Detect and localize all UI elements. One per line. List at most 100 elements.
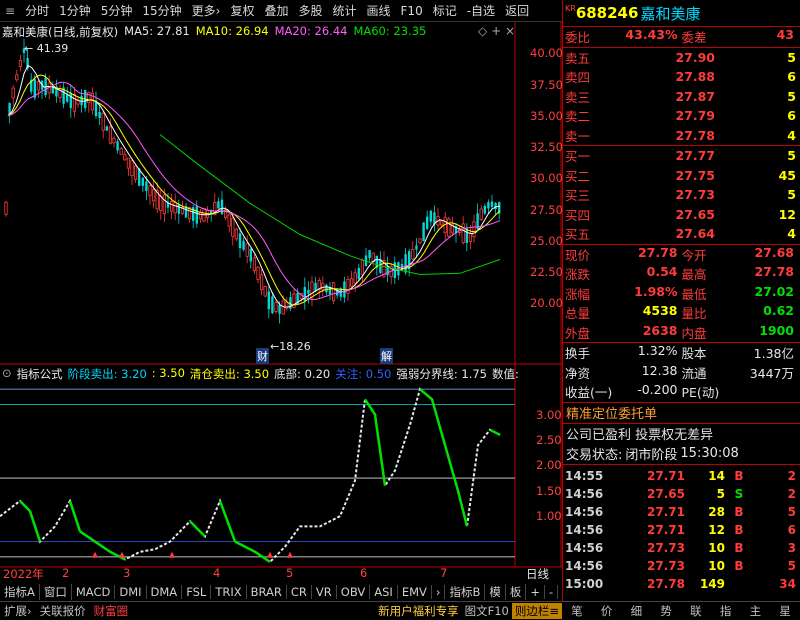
bid-level-3[interactable]: 买三 27.73 5 [563,185,800,205]
chart-title[interactable]: 嘉和美康(日线,前复权) [2,24,118,40]
side-tool-icon-3[interactable]: 势 [660,603,672,619]
ask-level-4[interactable]: 卖二 27.79 6 [563,106,800,126]
candle-body [479,208,483,220]
level-label: 买二 [565,168,591,184]
side-tool-icon-7[interactable]: 星 [779,603,791,619]
related-quote-button[interactable]: 关联报价 [36,603,90,619]
multi-stock-button[interactable]: 多股 [293,2,327,19]
f10-graphic-button[interactable]: 图文F10 [462,603,512,619]
indicator-tab-1[interactable]: 窗口 [40,583,72,600]
candle-body [130,160,134,177]
ask-level-1[interactable]: 卖五 27.90 5 [563,48,800,68]
close-icon[interactable]: × [505,24,515,38]
candle-body [87,91,91,104]
candle-body [278,304,281,314]
indicator-toggle-icon[interactable]: ⊙ [2,366,12,382]
sidebar-toggle[interactable]: 则边栏≡ [511,603,562,619]
indicator-tab-10[interactable]: OBV [337,584,371,599]
bid-level-5[interactable]: 买五 27.64 4 [563,224,800,244]
kline-chart[interactable] [0,22,562,578]
tick-row: 14:56 27.73 10 B 3 [563,539,800,557]
toolbar-menu-icon[interactable]: ≡ [0,4,20,18]
indicator-tab-9[interactable]: VR [312,584,337,599]
indicator-tab-8[interactable]: CR [287,584,312,599]
indicator-tab-3[interactable]: DMI [115,584,147,599]
side-tool-icon-2[interactable]: 细 [631,603,643,619]
indicator-tab-12[interactable]: EMV [398,584,432,599]
diamond-icon[interactable]: ◇ [478,24,487,38]
indicator-tab-15[interactable]: 模 [485,583,506,600]
watchlist-remove-button[interactable]: -自选 [462,2,500,19]
tab-15min[interactable]: 15分钟 [137,2,186,19]
tick-side: S [734,486,744,501]
strength-line-label: 强弱分界线: 1.75 [396,367,487,381]
trade-status-time: 15:30:08 [680,446,739,461]
indicator-tab-13[interactable]: › [432,584,446,599]
date-year: 2022年 [3,567,44,581]
period-label[interactable]: 日线 [526,566,549,582]
order-diff-value: 43 [776,27,794,43]
ask-level-5[interactable]: 卖一 27.78 4 [563,126,800,146]
precise-order-ad[interactable]: 精准定位委托单 [563,403,800,423]
stat-value: 2638 [642,322,678,338]
financial-stats: 换手 1.32% 股本 1.38亿 净资 12.38 流通 3447万 收益(一) -0.200 P… [563,343,800,402]
candle-body [307,289,310,294]
candle-body [418,238,422,244]
chart-header: 嘉和美康(日线,前复权) MA5: 27.81 MA10: 26.94 MA20… [2,24,426,40]
price-axis-label: 27.50 [530,202,563,217]
side-tool-icon-1[interactable]: 价 [601,603,613,619]
level-price: 27.64 [675,226,715,242]
side-tool-icon-4[interactable]: 联 [690,603,702,619]
stats-button[interactable]: 统计 [328,2,362,19]
expand-button[interactable]: 扩展› [0,603,36,619]
tick-side: B [734,540,744,555]
ask-level-3[interactable]: 卖三 27.87 5 [563,87,800,107]
new-user-promo[interactable]: 新用户福利专享 [375,603,462,619]
tab-1min[interactable]: 1分钟 [54,2,96,19]
indicator-tab-0[interactable]: 指标A [0,583,40,600]
indicator-tab-17[interactable]: + [526,584,546,599]
indicator-tab-18[interactable]: - [545,584,559,599]
indicator-title[interactable]: 指标公式 [17,366,63,382]
indicator-tab-7[interactable]: BRAR [247,584,287,599]
indicator-tab-6[interactable]: TRIX [211,584,247,599]
side-tool-icon-5[interactable]: 指 [720,603,732,619]
fin-label: 净资 [565,365,591,381]
indicator-tab-4[interactable]: DMA [147,584,183,599]
side-tool-icon-6[interactable]: 主 [750,603,762,619]
finance-marker[interactable]: 财 [256,348,269,364]
mark-button[interactable]: 标记 [428,2,462,19]
tick-row: 14:55 27.71 14 B 2 [563,467,800,485]
restore-rights-button[interactable]: 复权 [225,2,259,19]
bid-level-1[interactable]: 买一 27.77 5 [563,146,800,166]
back-button[interactable]: 返回 [500,2,534,19]
tab-intraday[interactable]: 分时 [20,2,54,19]
tab-5min[interactable]: 5分钟 [96,2,138,19]
indicator-tab-5[interactable]: FSL [182,584,212,599]
indicator-tab-16[interactable]: 板 [506,583,527,600]
f10-button[interactable]: F10 [396,4,428,18]
candle-body [238,233,242,249]
indicator-tab-11[interactable]: ASI [370,584,398,599]
overlay-button[interactable]: 叠加 [259,2,293,19]
fin-label: PE(动) [681,385,720,401]
bid-level-2[interactable]: 买二 27.75 45 [563,166,800,186]
wealth-circle-button[interactable]: 财富圈 [90,603,133,619]
indicator-tab-2[interactable]: MACD [72,584,116,599]
trade-status-label: 交易状态: [566,448,623,463]
order-diff-label: 委差 [681,30,707,46]
stock-name[interactable]: 嘉和美康 [640,3,700,24]
bid-level-4[interactable]: 买四 27.65 12 [563,205,800,225]
indicator-tab-14[interactable]: 指标B [445,583,486,600]
fin-value: 1.32% [637,343,678,359]
plus-icon[interactable]: + [491,24,501,38]
side-tool-icon-0[interactable]: 笔 [571,603,583,619]
unlock-marker[interactable]: 解 [380,348,393,364]
tick-time: 15:00 [565,576,604,591]
candle-body [173,202,177,214]
ask-level-2[interactable]: 卖四 27.88 6 [563,67,800,87]
draw-line-button[interactable]: 画线 [362,2,396,19]
level-price: 27.75 [675,167,715,183]
stage-sell-label: 阶段卖出: 3.20 [67,367,147,381]
tab-more[interactable]: 更多› [187,2,226,19]
